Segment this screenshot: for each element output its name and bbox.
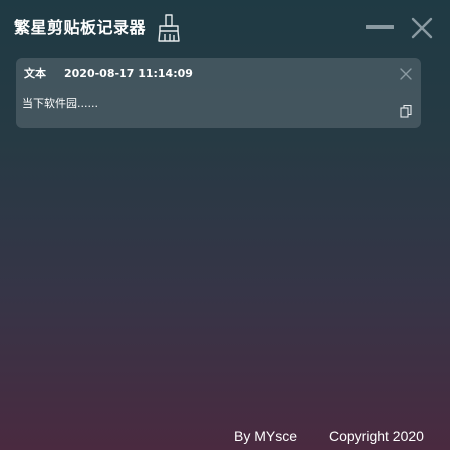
record-type-label: 文本 <box>24 67 46 80</box>
close-icon <box>400 68 412 80</box>
record-content-text: 当下软件园...... <box>22 97 98 110</box>
copy-icon <box>400 104 412 118</box>
record-timestamp: 2020-08-17 11:14:09 <box>64 67 193 80</box>
minimize-icon <box>365 25 395 29</box>
clear-records-button[interactable] <box>156 13 184 43</box>
footer-author: By MYsce <box>234 428 298 444</box>
title-bar: 繁星剪贴板记录器 <box>0 0 450 56</box>
footer-copyright: Copyright 2020 <box>329 428 424 444</box>
close-button[interactable] <box>410 16 438 40</box>
app-title: 繁星剪贴板记录器 <box>14 18 147 37</box>
delete-record-button[interactable] <box>399 66 413 80</box>
close-icon <box>411 17 433 39</box>
clipboard-record-card[interactable]: 文本 2020-08-17 11:14:09 当下软件园...... <box>16 58 421 128</box>
copy-record-button[interactable] <box>399 103 413 118</box>
minimize-button[interactable] <box>365 16 395 40</box>
brush-broom-icon <box>158 14 180 42</box>
